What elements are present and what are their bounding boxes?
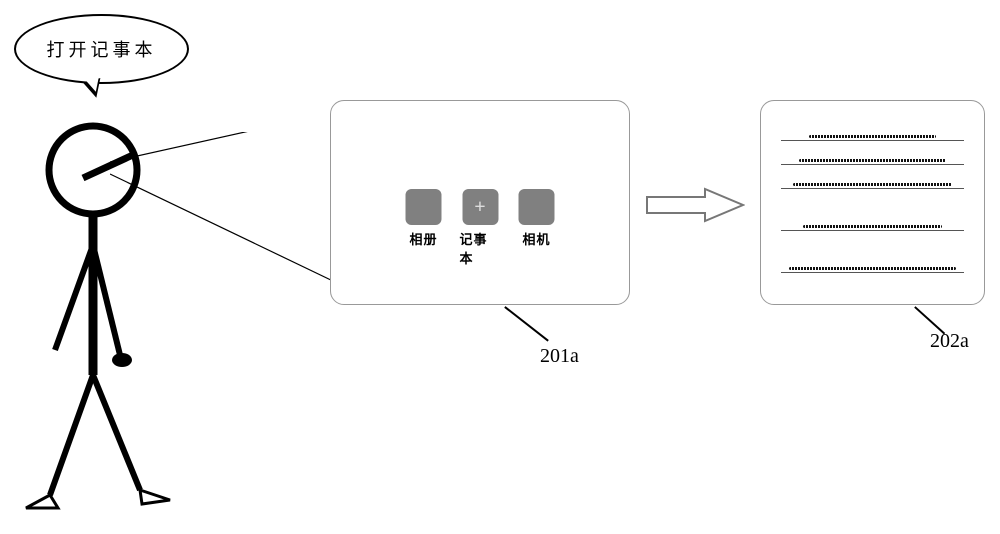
notepad-icon: + [462,189,498,225]
app-item-notepad[interactable]: + 记事本 [460,189,501,267]
left-foot-icon [26,495,58,508]
reference-label-202a: 202a [930,330,969,353]
stick-figure-svg [20,100,180,530]
camera-icon [519,189,555,225]
app-item-camera[interactable]: 相机 [519,189,555,267]
gallery-icon [406,189,442,225]
stick-figure [20,100,180,520]
reference-label-201a: 201a [540,345,579,368]
left-leg-icon [50,375,93,495]
notepad-screen [760,100,985,305]
note-line [781,131,964,141]
right-foot-icon [140,490,170,504]
left-arm-icon [55,245,93,350]
right-leg-icon [93,375,140,490]
notepad-content [781,131,964,273]
app-launcher-screen: 相册 + 记事本 相机 [330,100,630,305]
notepad-icon-glyph: + [474,196,485,219]
right-hand-icon [112,353,132,367]
note-line [781,179,964,189]
note-line [781,221,964,231]
leader-line-201a [505,306,549,341]
apps-row: 相册 + 记事本 相机 [406,189,555,267]
note-line [781,263,964,273]
app-item-gallery[interactable]: 相册 [406,189,442,267]
transition-arrow-icon [645,185,745,225]
app-label: 记事本 [460,229,501,267]
app-label: 相册 [409,229,437,248]
note-line [781,155,964,165]
app-label: 相机 [522,229,550,248]
speech-bubble: 打开记事本 [14,14,189,84]
speech-text: 打开记事本 [47,36,157,62]
